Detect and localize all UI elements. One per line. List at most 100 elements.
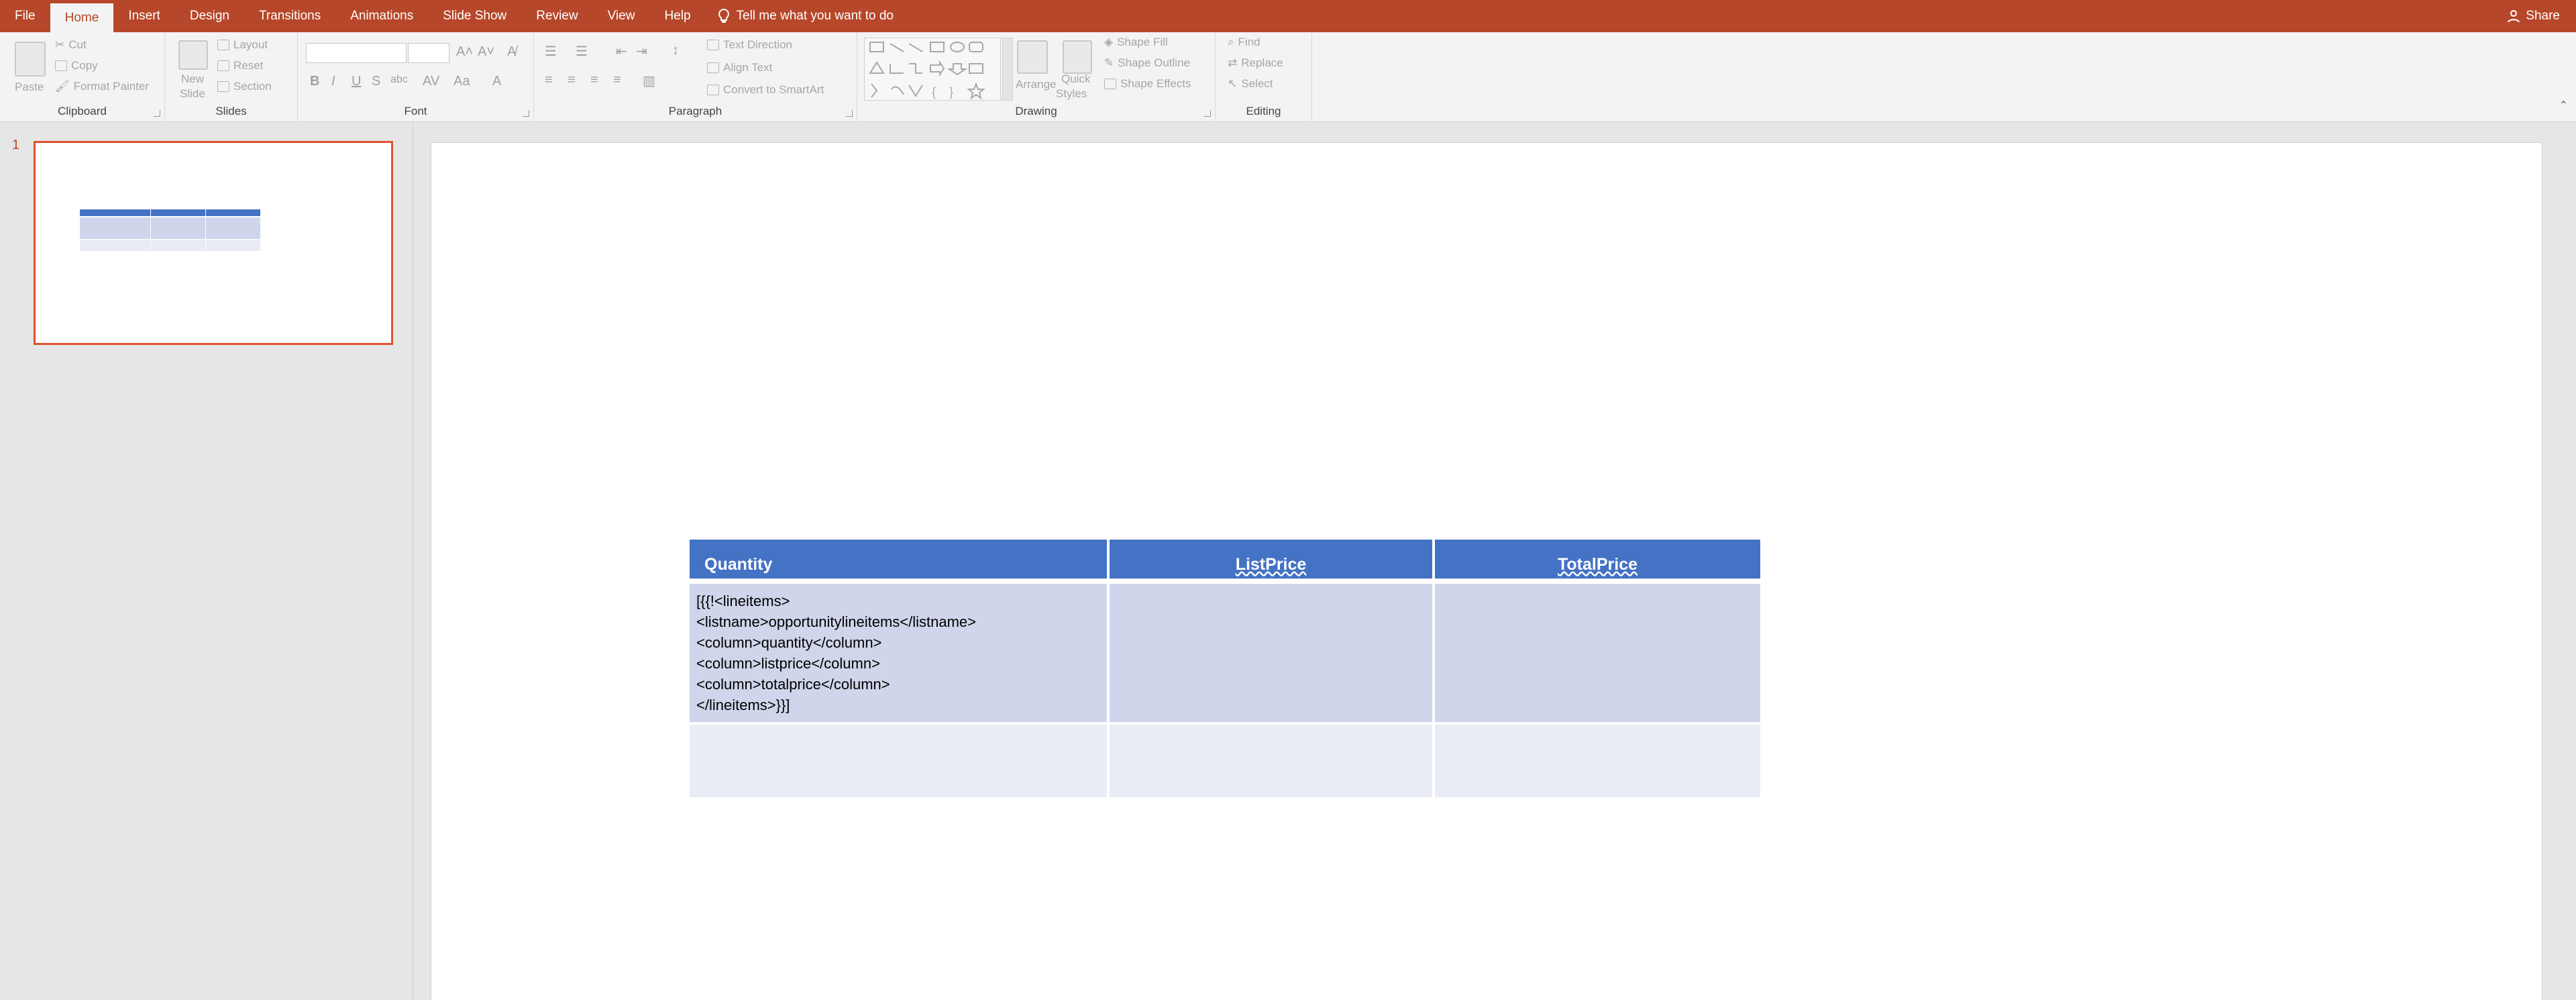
shapes-gallery-icon: {} — [869, 42, 985, 100]
cell-quantity-template[interactable]: [{{!<lineitems> <listname>opportunitylin… — [690, 584, 1110, 725]
grow-font-icon[interactable]: A˄ — [456, 44, 473, 60]
tab-help[interactable]: Help — [649, 0, 705, 32]
tab-insert[interactable]: Insert — [113, 0, 175, 32]
header-listprice[interactable]: ListPrice — [1110, 540, 1435, 584]
template-line: <column>quantity</column> — [696, 634, 882, 651]
tab-transitions[interactable]: Transitions — [244, 0, 335, 32]
font-size-box[interactable] — [408, 43, 449, 63]
tab-animations[interactable]: Animations — [335, 0, 428, 32]
clipboard-launcher-icon[interactable] — [154, 110, 160, 117]
arrange-button[interactable]: Arrange — [1016, 78, 1056, 91]
copy-icon — [55, 60, 67, 71]
quick-styles-label-1[interactable]: Quick — [1061, 72, 1090, 86]
tab-view[interactable]: View — [593, 0, 650, 32]
line-spacing-icon[interactable]: ↕ — [672, 43, 679, 58]
numbering-icon[interactable]: ☰ — [576, 43, 588, 60]
decrease-indent-icon[interactable]: ⇤ — [616, 43, 627, 60]
quick-styles-icon[interactable] — [1063, 40, 1092, 74]
copy-button[interactable]: Copy — [55, 59, 98, 72]
editing-group: ⌕ Find ⇄ Replace ↖ Select Editing — [1216, 32, 1312, 122]
cell-empty[interactable] — [690, 725, 1110, 800]
section-button[interactable]: Section — [217, 80, 272, 93]
pencil-icon: ✎ — [1104, 56, 1114, 69]
shadow-icon[interactable]: S — [372, 74, 380, 89]
tell-me-box[interactable]: Tell me what you want to do — [718, 0, 894, 32]
font-name-box[interactable] — [306, 43, 407, 63]
increase-indent-icon[interactable]: ⇥ — [636, 43, 647, 60]
convert-smartart-button[interactable]: Convert to SmartArt — [707, 83, 824, 97]
share-label: Share — [2526, 9, 2560, 23]
align-center-icon[interactable]: ≡ — [568, 72, 576, 88]
shape-outline-button[interactable]: ✎ Shape Outline — [1104, 56, 1190, 70]
paragraph-launcher-icon[interactable] — [846, 110, 853, 117]
shrink-font-icon[interactable]: A˅ — [478, 44, 494, 60]
cut-button[interactable]: ✂ Cut — [55, 38, 87, 52]
text-direction-button[interactable]: Text Direction — [707, 38, 792, 52]
paint-bucket-icon: ◈ — [1104, 36, 1114, 48]
align-left-icon[interactable]: ≡ — [545, 72, 553, 88]
paste-button[interactable]: Paste — [15, 81, 44, 94]
reset-label: Reset — [233, 59, 264, 72]
slide-thumbnail[interactable] — [34, 141, 393, 345]
tab-slide-show[interactable]: Slide Show — [428, 0, 521, 32]
shapes-gallery[interactable]: {} — [864, 38, 1001, 101]
align-text-button[interactable]: Align Text — [707, 61, 772, 74]
header-quantity[interactable]: Quantity — [690, 540, 1110, 584]
paintbrush-icon: 🖌 — [55, 80, 70, 93]
justify-icon[interactable]: ≡ — [613, 72, 621, 88]
strikethrough-icon[interactable]: abc — [390, 74, 408, 86]
align-right-icon[interactable]: ≡ — [590, 72, 598, 88]
format-painter-button[interactable]: 🖌 Format Painter — [55, 80, 149, 93]
reset-icon — [217, 60, 229, 71]
thumbnail-table-preview — [80, 209, 261, 251]
convert-smartart-label: Convert to SmartArt — [723, 83, 824, 96]
cell-listprice[interactable] — [1110, 584, 1435, 725]
font-launcher-icon[interactable] — [523, 110, 529, 117]
find-button[interactable]: ⌕ Find — [1228, 36, 1260, 49]
italic-icon[interactable]: I — [331, 74, 335, 89]
shape-fill-button[interactable]: ◈ Shape Fill — [1104, 36, 1168, 49]
clear-formatting-icon[interactable]: A̸ — [507, 44, 516, 60]
collapse-ribbon-icon[interactable]: ⌃ — [2559, 99, 2568, 112]
underline-icon[interactable]: U — [352, 74, 361, 89]
share-button[interactable]: Share — [2507, 0, 2560, 32]
layout-button[interactable]: Layout — [217, 38, 268, 52]
shape-effects-label: Shape Effects — [1120, 77, 1191, 90]
change-case-icon[interactable]: Aa — [453, 74, 470, 89]
font-group: A˄ A˅ A̸ B I U S abc AV Aa A Font — [298, 32, 534, 122]
tab-design[interactable]: Design — [175, 0, 244, 32]
new-slide-label-1[interactable]: New — [181, 72, 204, 86]
cell-empty[interactable] — [1110, 725, 1435, 800]
columns-icon[interactable]: ▥ — [643, 72, 655, 89]
reset-button[interactable]: Reset — [217, 59, 263, 72]
tab-home[interactable]: Home — [50, 3, 114, 32]
shape-effects-button[interactable]: Shape Effects — [1104, 77, 1191, 91]
replace-icon: ⇄ — [1228, 56, 1238, 69]
cell-empty[interactable] — [1435, 725, 1760, 800]
header-totalprice[interactable]: TotalPrice — [1435, 540, 1760, 584]
quick-styles-label-2[interactable]: Styles — [1056, 87, 1087, 101]
paragraph-group: ☰ ☰ ⇤ ⇥ ↕ Text Direction ≡ ≡ ≡ ≡ ▥ Align… — [534, 32, 857, 122]
bold-icon[interactable]: B — [310, 74, 319, 89]
select-button[interactable]: ↖ Select — [1228, 77, 1273, 91]
new-slide-label-2[interactable]: Slide — [180, 87, 205, 101]
shape-effects-icon — [1104, 79, 1116, 89]
slide-canvas[interactable]: Quantity ListPrice TotalPrice [{{!<linei… — [431, 142, 2542, 1000]
editing-group-label: Editing — [1246, 105, 1281, 117]
drawing-launcher-icon[interactable] — [1204, 110, 1211, 117]
thumbnail-row-cell — [206, 240, 261, 251]
cell-totalprice[interactable] — [1435, 584, 1760, 725]
tab-review[interactable]: Review — [521, 0, 592, 32]
data-table[interactable]: Quantity ListPrice TotalPrice [{{!<linei… — [690, 540, 1760, 800]
section-icon — [217, 81, 229, 92]
font-color-icon[interactable]: A — [492, 74, 501, 89]
arrange-icon[interactable] — [1017, 40, 1048, 74]
paste-icon[interactable] — [15, 42, 46, 77]
shapes-scroll[interactable] — [1002, 38, 1013, 101]
bullets-icon[interactable]: ☰ — [545, 43, 557, 60]
character-spacing-icon[interactable]: AV — [423, 74, 439, 89]
tab-file[interactable]: File — [0, 0, 50, 32]
new-slide-icon[interactable] — [178, 40, 208, 70]
replace-button[interactable]: ⇄ Replace — [1228, 56, 1283, 70]
thumbnail-row-cell — [80, 217, 151, 239]
